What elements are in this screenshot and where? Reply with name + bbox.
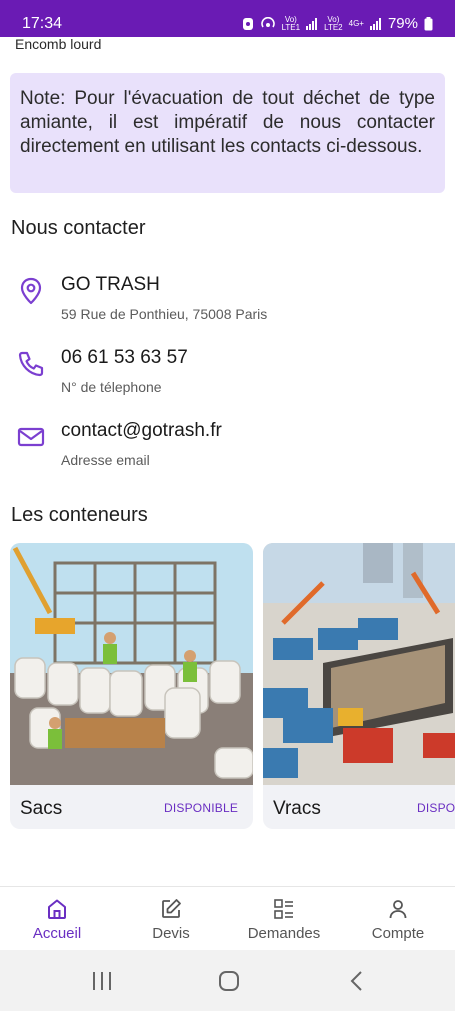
bottom-nav: Accueil Devis Demandes Compte bbox=[0, 886, 455, 950]
container-name: Vracs bbox=[273, 798, 321, 819]
signal-icon bbox=[306, 17, 318, 30]
containers-section-title: Les conteneurs bbox=[11, 504, 148, 526]
nav-label: Accueil bbox=[32, 925, 82, 942]
list-icon bbox=[274, 899, 293, 919]
nav-label: Devis bbox=[152, 925, 190, 942]
contact-phone-label: N° de télephone bbox=[61, 379, 162, 395]
edit-icon bbox=[162, 899, 181, 918]
contact-address[interactable]: GO TRASH 59 Rue de Ponthieu, 75008 Paris bbox=[0, 274, 455, 334]
vracs-image bbox=[263, 543, 455, 785]
contact-name: GO TRASH bbox=[61, 274, 160, 295]
nav-compte[interactable]: Compte bbox=[343, 897, 453, 942]
contact-address-text: 59 Rue de Ponthieu, 75008 Paris bbox=[61, 306, 268, 322]
container-card-vracs[interactable]: Vracs DISPONIBLE bbox=[263, 543, 455, 829]
signal-icon bbox=[369, 17, 381, 30]
mail-icon bbox=[17, 427, 45, 447]
sim2-label: Vo) LTE2 bbox=[324, 14, 343, 32]
system-nav-bar bbox=[0, 950, 455, 1011]
location-pin-icon bbox=[20, 277, 42, 305]
sacs-image bbox=[10, 543, 253, 785]
nav-accueil[interactable]: Accueil bbox=[2, 897, 112, 942]
nav-devis[interactable]: Devis bbox=[116, 897, 226, 942]
status-icons: Vo) LTE1 Vo) LTE2 4G+ 79% bbox=[242, 15, 433, 32]
nav-label: Demandes bbox=[247, 925, 321, 942]
container-name: Sacs bbox=[20, 798, 63, 819]
contact-section-title: Nous contacter bbox=[11, 217, 146, 239]
status-bar: 17:34 Vo) LTE1 Vo) LTE2 4G+ 79% bbox=[0, 0, 455, 37]
status-time: 17:34 bbox=[22, 15, 63, 32]
asbestos-note: Note: Pour l'évacuation de tout déchet d… bbox=[10, 73, 445, 193]
availability-badge: DISPONIBLE bbox=[417, 801, 455, 815]
nav-label: Compte bbox=[371, 925, 425, 942]
recent-apps-icon[interactable] bbox=[90, 970, 114, 992]
home-button-icon[interactable] bbox=[218, 970, 240, 992]
contact-email-label: Adresse email bbox=[61, 452, 150, 468]
battery-icon bbox=[424, 16, 433, 30]
phone-icon bbox=[18, 351, 44, 377]
contact-email-address: contact@gotrash.fr bbox=[61, 420, 222, 441]
containers-carousel[interactable]: Sacs DISPONIBLE Vracs DISPONIBLE bbox=[10, 543, 455, 829]
contact-phone[interactable]: 06 61 53 63 57 N° de télephone bbox=[0, 347, 455, 407]
nav-demandes[interactable]: Demandes bbox=[229, 897, 339, 942]
contact-phone-number: 06 61 53 63 57 bbox=[61, 347, 188, 368]
hotspot-icon bbox=[260, 16, 275, 27]
contact-email[interactable]: contact@gotrash.fr Adresse email bbox=[0, 420, 455, 480]
availability-badge: DISPONIBLE bbox=[164, 801, 239, 815]
network-type: 4G+ bbox=[348, 18, 364, 28]
sim1-label: Vo) LTE1 bbox=[281, 14, 301, 32]
notification-icon bbox=[242, 17, 253, 30]
previous-section-label: Encomb lourd bbox=[15, 36, 102, 52]
container-card-sacs[interactable]: Sacs DISPONIBLE bbox=[10, 543, 253, 829]
user-icon bbox=[389, 900, 407, 919]
home-icon bbox=[48, 899, 66, 919]
battery-percent: 79% bbox=[387, 15, 418, 32]
back-icon[interactable] bbox=[348, 970, 366, 992]
